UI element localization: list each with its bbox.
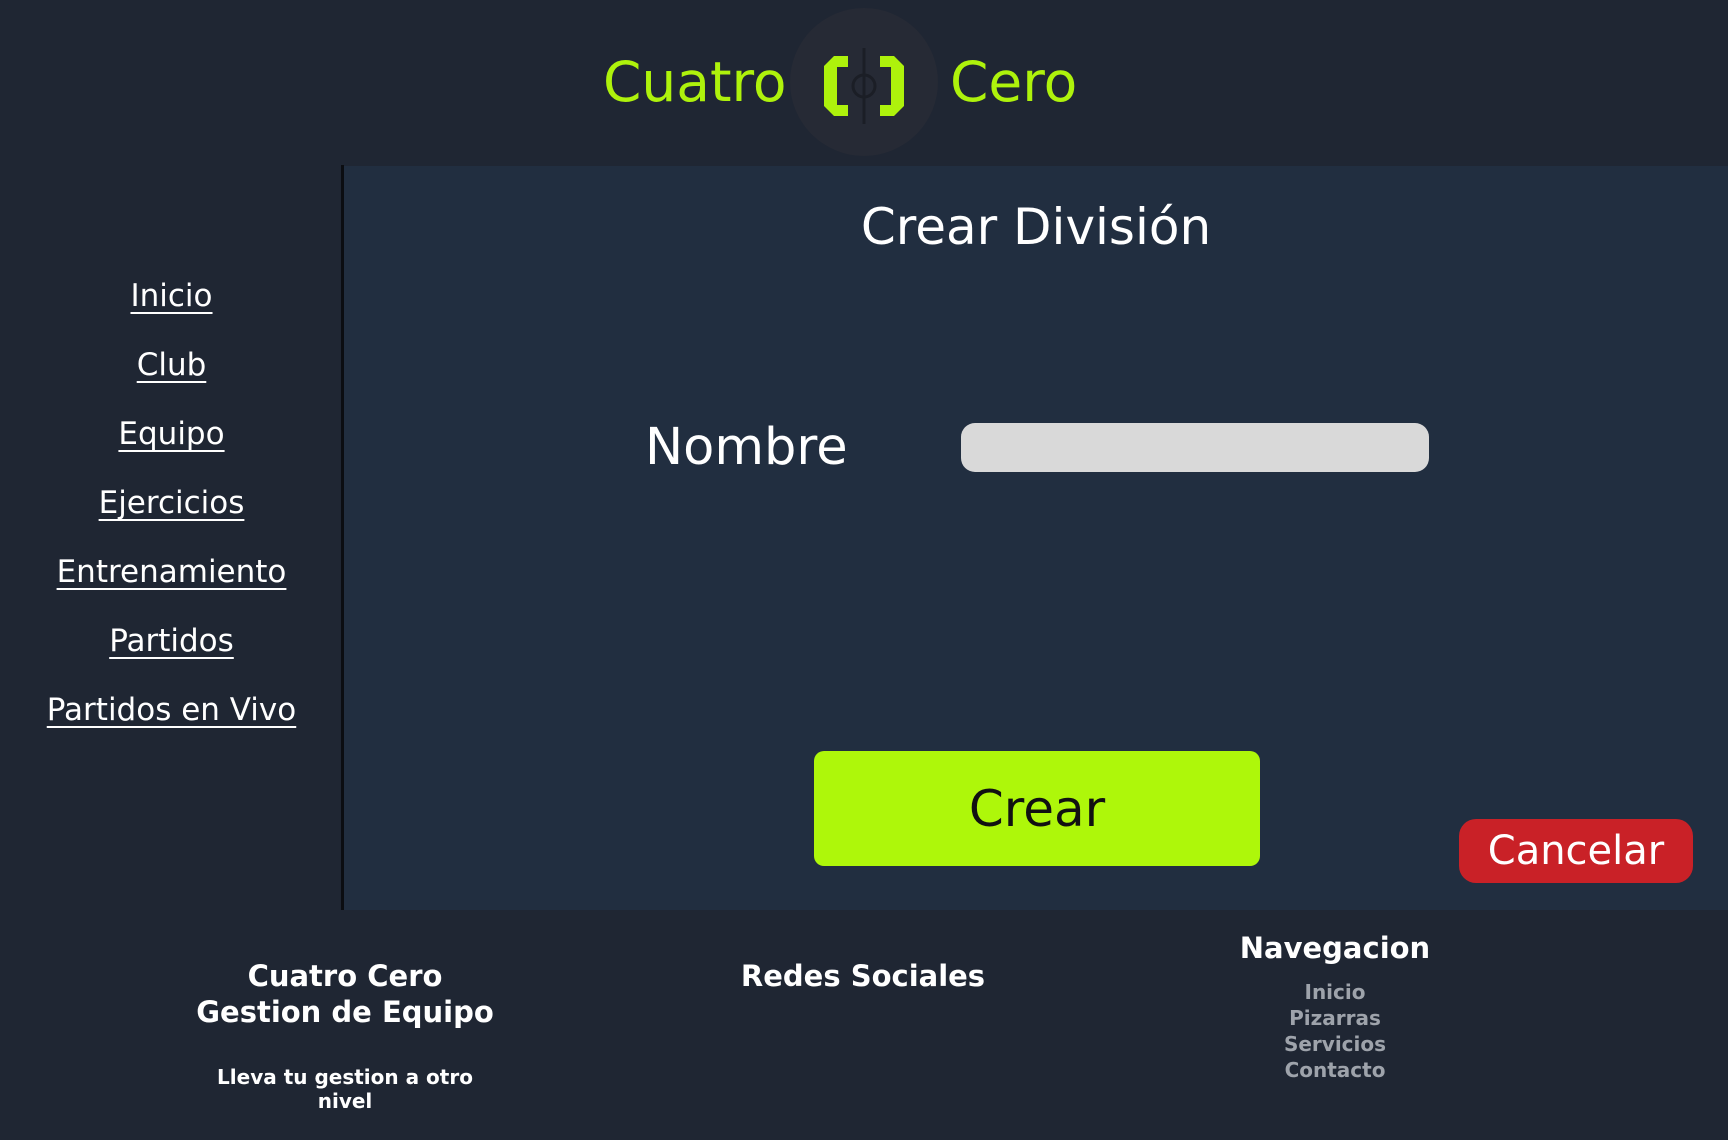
sidebar-item-club[interactable]: Club	[0, 345, 343, 385]
page: Cuatro Cero Inicio Club Equipo Ejercicio…	[0, 0, 1728, 1140]
bracket-logo-icon	[824, 48, 904, 124]
name-input[interactable]	[961, 423, 1429, 472]
footer-nav-link-servicios[interactable]: Servicios	[1235, 1031, 1435, 1057]
sidebar-item-label[interactable]: Entrenamiento	[57, 554, 287, 590]
sidebar-item-partidos-en-vivo[interactable]: Partidos en Vivo	[0, 690, 343, 730]
logo-icon[interactable]	[790, 8, 938, 156]
footer-brand: Cuatro Cero Gestion de Equipo	[190, 958, 500, 1030]
brand-name-left: Cuatro	[603, 50, 787, 114]
footer-nav-title: Navegacion	[1239, 931, 1431, 965]
footer-brand-line2: Gestion de Equipo	[196, 995, 494, 1029]
sidebar-item-label[interactable]: Equipo	[118, 416, 224, 452]
footer-social-title: Redes Sociales	[740, 959, 986, 993]
sidebar-item-entrenamiento[interactable]: Entrenamiento	[0, 552, 343, 592]
sidebar-item-equipo[interactable]: Equipo	[0, 414, 343, 454]
sidebar-item-label[interactable]: Ejercicios	[99, 485, 245, 521]
create-button[interactable]: Crear	[814, 751, 1260, 866]
footer-nav-link-contacto[interactable]: Contacto	[1235, 1057, 1435, 1083]
footer-nav-link-pizarras[interactable]: Pizarras	[1235, 1005, 1435, 1031]
sidebar-item-inicio[interactable]: Inicio	[0, 276, 343, 316]
sidebar-item-label[interactable]: Partidos en Vivo	[47, 692, 296, 728]
page-title: Crear División	[860, 198, 1212, 256]
footer-tagline: Lleva tu gestion a otro nivel	[217, 1065, 473, 1113]
sidebar-item-ejercicios[interactable]: Ejercicios	[0, 483, 343, 523]
sidebar-item-partidos[interactable]: Partidos	[0, 621, 343, 661]
footer-nav-link-inicio[interactable]: Inicio	[1235, 979, 1435, 1005]
brand-name-right: Cero	[950, 50, 1078, 114]
footer-brand-line1: Cuatro Cero	[247, 959, 443, 993]
sidebar-item-label[interactable]: Inicio	[130, 278, 212, 314]
name-label: Nombre	[645, 418, 848, 477]
cancel-button[interactable]: Cancelar	[1459, 819, 1693, 883]
sidebar-item-label[interactable]: Partidos	[109, 623, 234, 659]
sidebar-item-label[interactable]: Club	[137, 347, 207, 383]
footer-nav-list: Inicio Pizarras Servicios Contacto	[1235, 979, 1435, 1083]
